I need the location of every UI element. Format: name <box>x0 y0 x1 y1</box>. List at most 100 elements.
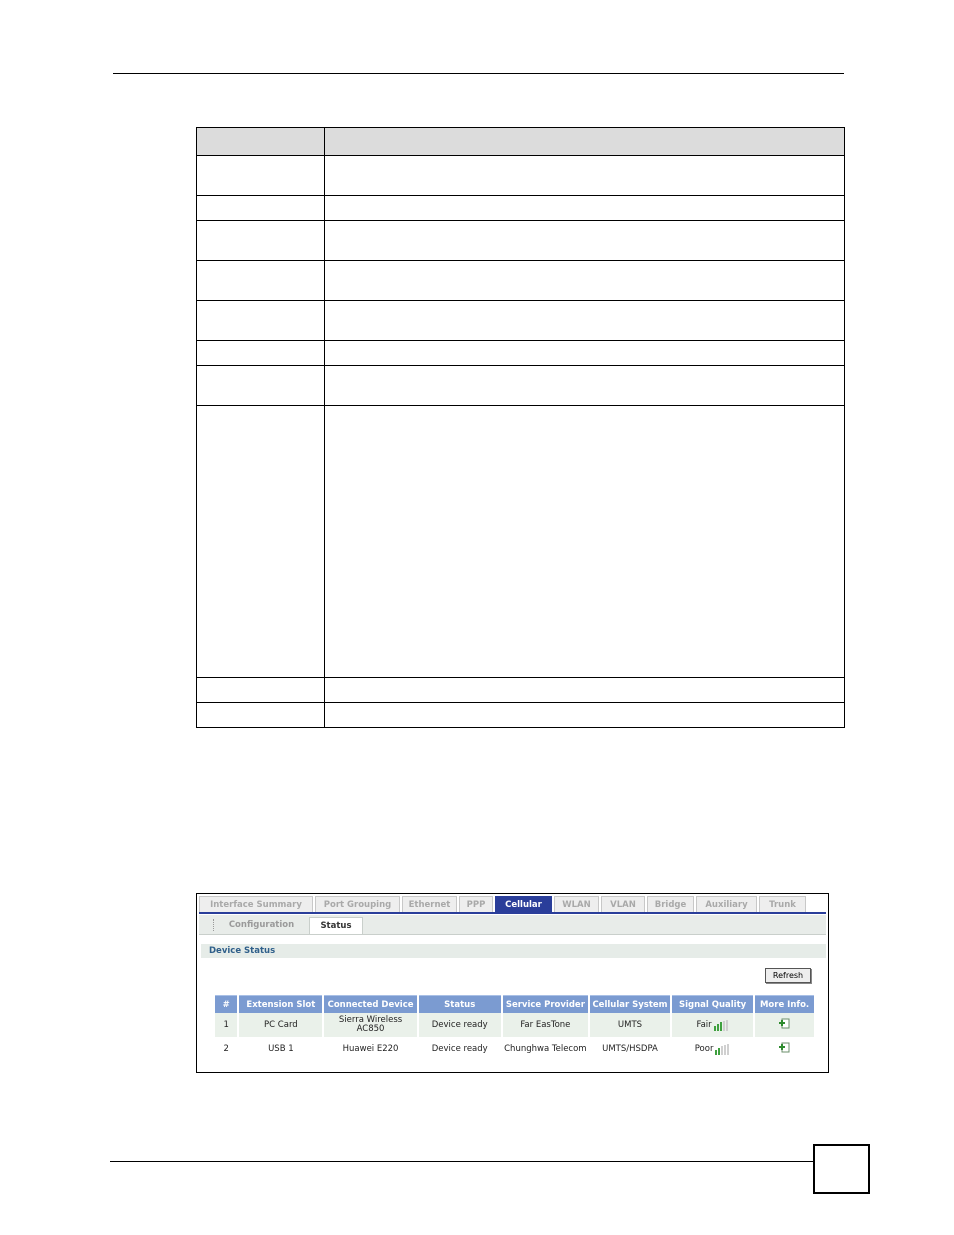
signal-bar <box>721 1045 724 1055</box>
cellular-status-screenshot: Interface Summary Port Grouping Ethernet… <box>196 893 829 1073</box>
cell-cellular-system: UMTS/HSDPA <box>602 1043 658 1054</box>
col-header-more-info: More Info. <box>755 995 814 1013</box>
document-table-cell <box>196 340 325 366</box>
document-table-cell <box>196 260 325 301</box>
header-rule <box>113 73 844 74</box>
document-table-cell <box>196 155 325 196</box>
document-table-cell <box>196 405 325 678</box>
table-row: 2 USB 1 Huawei E220 Device ready Chunghw… <box>215 1037 814 1061</box>
table-header-row: # Extension Slot Connected Device Status… <box>215 995 814 1013</box>
document-table-row <box>196 702 845 728</box>
document-table-row <box>196 195 845 221</box>
document-table-cell <box>324 300 845 341</box>
document-table-header-cell <box>196 127 325 156</box>
signal-bar <box>724 1044 727 1055</box>
document-table-cell <box>196 220 325 261</box>
signal-quality-text: Poor <box>694 1043 714 1054</box>
cell-more-info <box>755 1013 814 1037</box>
tab-wlan[interactable]: WLAN <box>554 896 599 912</box>
col-header-signal-quality: Signal Quality <box>672 995 754 1013</box>
subtab-configuration[interactable]: Configuration <box>219 917 304 934</box>
tab-bridge[interactable]: Bridge <box>647 896 694 912</box>
tab-ppp[interactable]: PPP <box>459 896 493 912</box>
col-header-number: # <box>215 995 238 1013</box>
tab-port-grouping[interactable]: Port Grouping <box>315 896 400 912</box>
document-table-cell <box>324 155 845 196</box>
tab-trunk[interactable]: Trunk <box>759 896 806 912</box>
col-header-service-provider: Service Provider <box>502 995 588 1013</box>
section-title: Device Status <box>209 946 276 956</box>
signal-bar <box>725 1019 728 1031</box>
more-info-icon[interactable] <box>779 1018 790 1029</box>
page-number-box <box>813 1144 870 1194</box>
document-table-cell <box>324 702 845 728</box>
tab-interface-summary[interactable]: Interface Summary <box>199 896 313 912</box>
signal-bar <box>716 1023 719 1031</box>
cell-number: 1 <box>215 1013 238 1037</box>
document-table-row <box>196 260 845 301</box>
signal-bar <box>713 1025 716 1031</box>
cell-service-provider: Chunghwa Telecom <box>504 1043 587 1054</box>
cell-signal-quality: Fair <box>672 1013 754 1037</box>
signal-quality-text: Fair <box>696 1019 712 1030</box>
cell-connected-device: Sierra Wireless AC850 <box>324 1013 417 1037</box>
document-table-row <box>196 340 845 366</box>
tab-cellular[interactable]: Cellular <box>495 896 552 912</box>
cell-cellular-system: UMTS <box>589 1013 671 1037</box>
document-table-cell <box>196 300 325 341</box>
device-status-table: # Extension Slot Connected Device Status… <box>213 995 816 1061</box>
cell-service-provider: Far EasTone <box>502 1013 588 1037</box>
col-header-extension-slot: Extension Slot <box>239 995 323 1013</box>
document-table-cell <box>324 340 845 366</box>
document-table-cell <box>196 677 325 703</box>
sub-tab-bar: Configuration Status <box>199 915 826 935</box>
document-table-header-row <box>196 127 845 156</box>
signal-bar <box>718 1047 721 1055</box>
footer-rule <box>110 1161 813 1162</box>
signal-bar <box>722 1020 725 1031</box>
cell-signal-quality: Poor <box>672 1037 753 1061</box>
signal-bars-icon <box>713 1019 729 1031</box>
signal-bars-icon <box>715 1043 730 1055</box>
subtab-status[interactable]: Status <box>309 917 363 934</box>
sub-tab-separator <box>213 919 215 931</box>
main-tab-bar: Interface Summary Port Grouping Ethernet… <box>199 896 826 912</box>
document-table-cell <box>324 365 845 406</box>
cell-status: Device ready <box>431 1043 488 1054</box>
col-header-status: Status <box>418 995 501 1013</box>
document-table-cell <box>324 195 845 221</box>
document-table-cell <box>324 405 845 678</box>
cell-more-info <box>755 1037 814 1061</box>
document-table-cell <box>196 195 325 221</box>
signal-bar <box>719 1021 722 1031</box>
document-table-cell <box>196 702 325 728</box>
document-table-row <box>196 677 845 703</box>
tab-ethernet[interactable]: Ethernet <box>402 896 457 912</box>
document-table-row <box>196 155 845 196</box>
document-table <box>196 127 845 728</box>
document-table-row <box>196 405 845 678</box>
tab-vlan[interactable]: VLAN <box>601 896 645 912</box>
signal-bar <box>715 1049 718 1055</box>
document-table-row <box>196 300 845 341</box>
refresh-button[interactable]: Refresh <box>765 968 811 983</box>
document-table-cell <box>324 677 845 703</box>
col-header-cellular-system: Cellular System <box>589 995 671 1013</box>
section-header-bar <box>201 944 826 958</box>
cell-extension-slot: USB 1 <box>268 1043 294 1054</box>
cell-connected-device: Huawei E220 <box>342 1043 399 1054</box>
cell-number: 2 <box>223 1043 229 1054</box>
table-row: 1 PC Card Sierra Wireless AC850 Device r… <box>215 1013 814 1037</box>
document-table-row <box>196 220 845 261</box>
cell-extension-slot: PC Card <box>239 1013 323 1037</box>
tab-auxiliary[interactable]: Auxiliary <box>696 896 757 912</box>
more-info-icon[interactable] <box>779 1042 790 1053</box>
col-header-connected-device: Connected Device <box>324 995 417 1013</box>
signal-bar <box>727 1043 730 1055</box>
cell-status: Device ready <box>418 1013 501 1037</box>
document-table-row <box>196 365 845 406</box>
document-table-cell <box>324 260 845 301</box>
document-table-cell <box>324 220 845 261</box>
tab-underline <box>199 912 826 914</box>
document-table-cell <box>196 365 325 406</box>
